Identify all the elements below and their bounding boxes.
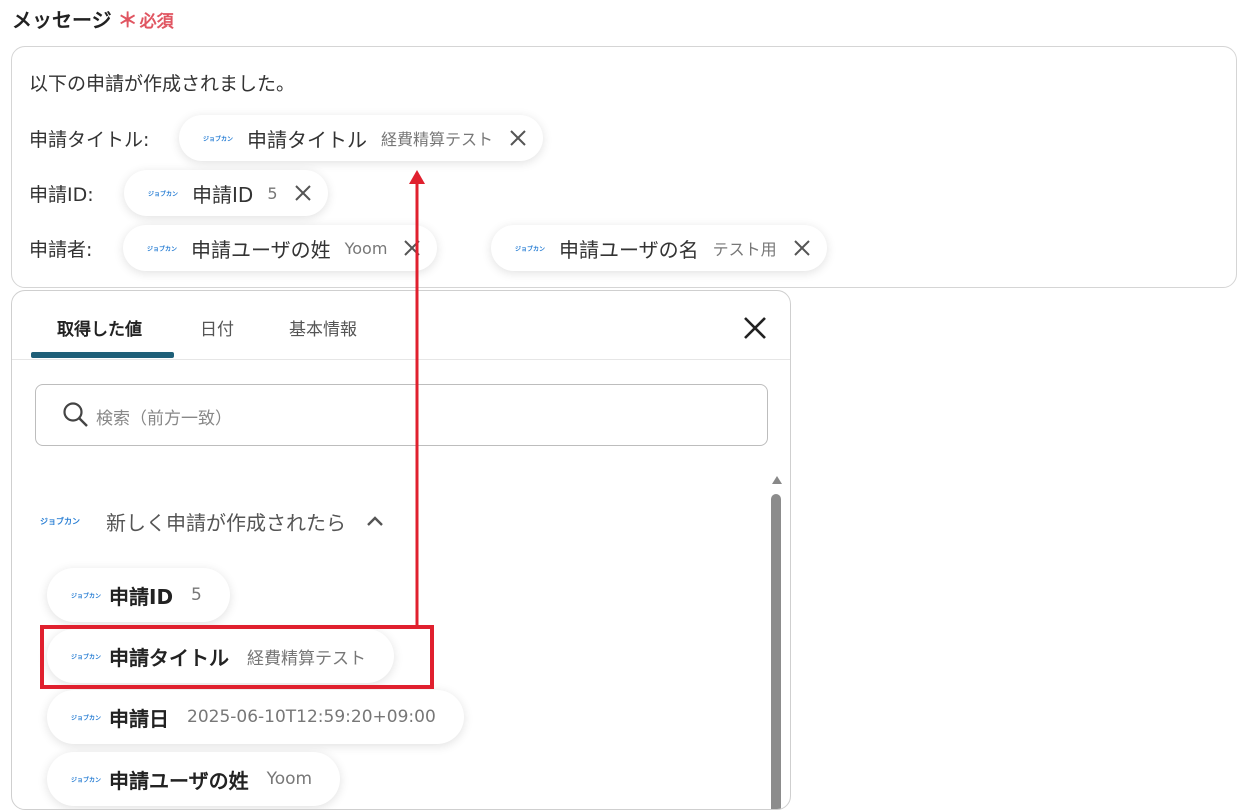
close-icon[interactable]: [742, 315, 768, 341]
chip-name: 申請ID: [192, 182, 254, 207]
required-text: 必須: [139, 12, 174, 32]
required-star-icon: ＊: [117, 8, 138, 32]
annotation-highlight-box: [40, 625, 434, 689]
editor-line-intro: 以下の申請が作成されました。: [29, 73, 296, 95]
trigger-group-header[interactable]: ジョブカン 新しく申請が作成されたら: [40, 506, 386, 536]
chip-name: 申請タイトル: [247, 127, 367, 152]
variable-chip-firstname[interactable]: ジョブカン 申請ユーザの名 テスト用: [491, 225, 827, 271]
item-name: 申請日: [109, 706, 169, 731]
item-value: Yoom: [266, 769, 313, 789]
search-input[interactable]: 検索（前方一致）: [35, 384, 768, 446]
message-field-label: メッセージ＊必須: [12, 4, 174, 33]
scrollbar-thumb[interactable]: [771, 494, 781, 809]
editor-label-title: 申請タイトル:: [29, 129, 150, 151]
scroll-up-arrow-icon[interactable]: [772, 476, 782, 484]
jobcan-logo-icon: ジョブカン: [203, 135, 234, 143]
jobcan-logo-icon: ジョブカン: [40, 516, 80, 526]
scrollbar[interactable]: [770, 476, 784, 809]
close-icon[interactable]: [507, 127, 529, 149]
list-item[interactable]: ジョブカン 申請ID 5: [47, 568, 230, 622]
chip-value: 5: [267, 183, 278, 203]
variable-picker-panel: 取得した値 日付 基本情報 検索（前方一致） ジョブカン 新しく申請が作成された…: [11, 290, 791, 810]
chip-value: Yoom: [344, 238, 388, 258]
item-name: 申請ユーザの姓: [109, 768, 249, 793]
close-icon[interactable]: [791, 237, 813, 259]
close-icon[interactable]: [292, 182, 314, 204]
chip-name: 申請ユーザの名: [559, 237, 699, 262]
jobcan-logo-icon: ジョブカン: [515, 245, 546, 253]
chip-value: 経費精算テスト: [381, 130, 494, 149]
active-tab-indicator: [31, 352, 174, 358]
variable-chip-id[interactable]: ジョブカン 申請ID 5: [124, 170, 328, 216]
close-icon[interactable]: [401, 237, 423, 259]
search-placeholder: 検索（前方一致）: [96, 409, 232, 429]
variable-chip-title[interactable]: ジョブカン 申請タイトル 経費精算テスト: [179, 115, 544, 161]
list-item[interactable]: ジョブカン 申請ユーザの姓 Yoom: [47, 752, 341, 806]
tab-retrieved-values[interactable]: 取得した値: [57, 315, 142, 340]
item-value: 2025-06-10T12:59:20+09:00: [187, 707, 436, 727]
tab-bar: 取得した値 日付 基本情報: [12, 291, 790, 360]
list-item[interactable]: ジョブカン 申請日 2025-06-10T12:59:20+09:00: [47, 690, 464, 744]
chevron-up-icon[interactable]: [364, 510, 386, 532]
editor-label-applicant: 申請者:: [29, 239, 93, 261]
tab-date[interactable]: 日付: [200, 315, 234, 340]
search-icon: [62, 401, 90, 429]
item-value: 5: [191, 585, 202, 605]
editor-label-id: 申請ID:: [29, 184, 94, 206]
variable-chip-lastname[interactable]: ジョブカン 申請ユーザの姓 Yoom: [123, 225, 438, 271]
field-label-text: メッセージ: [12, 8, 112, 32]
jobcan-logo-icon: ジョブカン: [71, 592, 102, 600]
jobcan-logo-icon: ジョブカン: [71, 714, 102, 722]
jobcan-logo-icon: ジョブカン: [148, 190, 179, 198]
tab-basic-info[interactable]: 基本情報: [289, 315, 357, 340]
item-name: 申請ID: [109, 584, 174, 609]
chip-name: 申請ユーザの姓: [191, 237, 331, 262]
group-title: 新しく申請が作成されたら: [106, 510, 346, 535]
message-editor[interactable]: 以下の申請が作成されました。 申請タイトル: 申請ID: 申請者: ジョブカン …: [11, 46, 1237, 288]
jobcan-logo-icon: ジョブカン: [147, 245, 178, 253]
jobcan-logo-icon: ジョブカン: [71, 776, 102, 784]
chip-value: テスト用: [712, 240, 777, 259]
